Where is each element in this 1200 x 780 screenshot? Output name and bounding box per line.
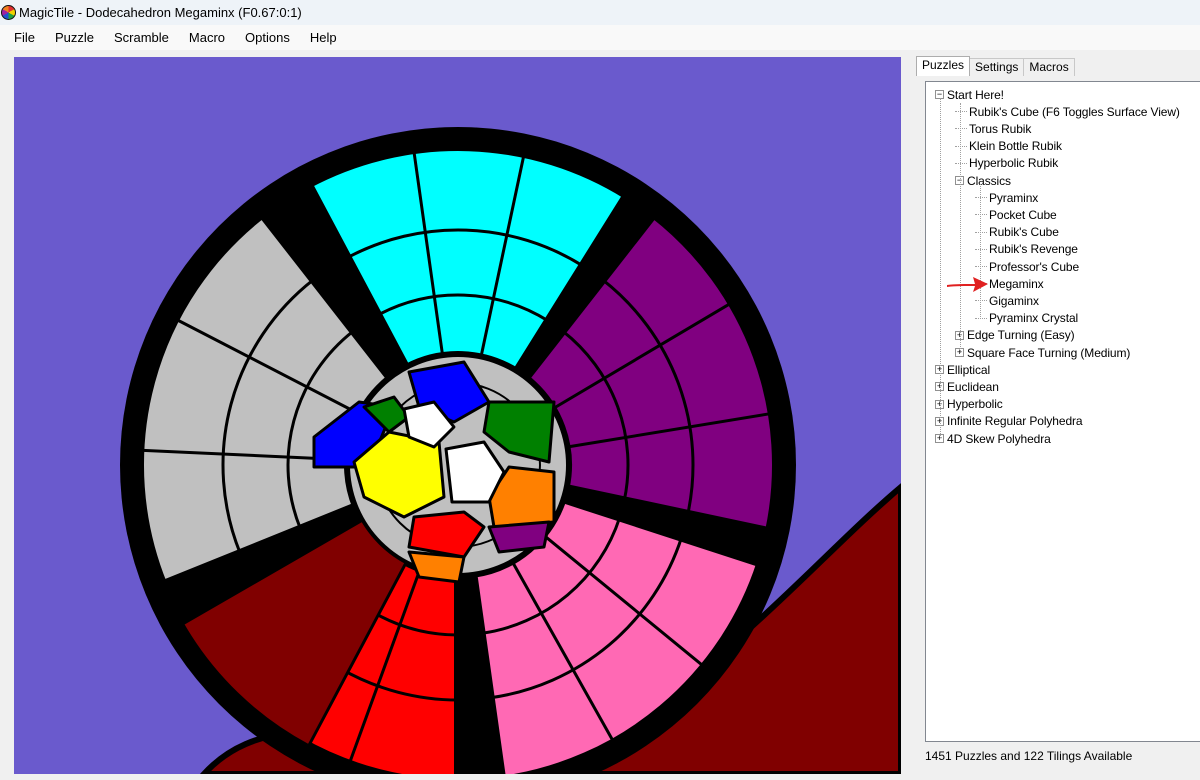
tab-settings[interactable]: Settings — [969, 58, 1025, 76]
tree-connector-line — [980, 184, 981, 319]
tree-item[interactable]: − Start Here! — [935, 86, 1004, 103]
window-title: MagicTile - Dodecahedron Megaminx (F0.67… — [19, 5, 302, 20]
tree-item[interactable]: + Edge Turning (Easy) — [955, 327, 1075, 344]
tree-item[interactable]: + Elliptical — [935, 361, 990, 378]
tree-item[interactable]: Rubik's Revenge — [975, 241, 1078, 258]
tree-item[interactable]: Rubik's Cube — [975, 224, 1059, 241]
megaminx-puzzle[interactable] — [14, 57, 901, 774]
tree-item-label: Infinite Regular Polyhedra — [947, 414, 1083, 429]
tree-item-label: Pocket Cube — [989, 207, 1057, 222]
menu-macro[interactable]: Macro — [179, 27, 235, 48]
tree-item[interactable]: Pyraminx Crystal — [975, 310, 1078, 327]
tree-item-label: Elliptical — [947, 362, 991, 377]
menu-puzzle[interactable]: Puzzle — [45, 27, 104, 48]
puzzle-view[interactable] — [14, 57, 901, 774]
menu-help[interactable]: Help — [300, 27, 347, 48]
tree-connector — [975, 231, 987, 233]
tree-item[interactable]: Rubik's Cube (F6 Toggles Surface View) — [955, 103, 1180, 120]
tree-connector — [955, 111, 967, 113]
tree-item-label: Megaminx — [989, 276, 1044, 291]
tree-item-label: Gigaminx — [989, 293, 1039, 308]
tree-connector — [975, 300, 987, 302]
tree-item[interactable]: Hyperbolic Rubik — [955, 155, 1058, 172]
title-bar: MagicTile - Dodecahedron Megaminx (F0.67… — [0, 0, 1200, 25]
red-arrow-icon — [947, 277, 988, 292]
tree-item[interactable]: Klein Bottle Rubik — [955, 138, 1062, 155]
tree-item-label: Rubik's Cube — [989, 225, 1059, 240]
tree-item[interactable]: − Classics — [955, 172, 1011, 189]
tree-item-label: Start Here! — [947, 87, 1004, 102]
tree-item-label: Klein Bottle Rubik — [969, 139, 1062, 154]
tree-item[interactable]: + Square Face Turning (Medium) — [955, 344, 1130, 361]
tree-item[interactable]: Pyraminx — [975, 189, 1038, 206]
tree-item-label: Torus Rubik — [969, 121, 1032, 136]
tree-item-label: Pyraminx — [989, 190, 1039, 205]
menu-options[interactable]: Options — [235, 27, 300, 48]
tree-item[interactable]: + Hyperbolic — [935, 396, 1003, 413]
tree-connector — [975, 317, 987, 319]
tree-item[interactable]: + Euclidean — [935, 378, 999, 395]
tree-item[interactable]: Professor's Cube — [975, 258, 1079, 275]
tree-connector — [955, 145, 967, 147]
menu-bar: File Puzzle Scramble Macro Options Help — [0, 25, 1200, 50]
tree-connector-line — [960, 103, 961, 353]
tree-connector — [975, 248, 987, 250]
tree-item[interactable]: +4D Skew Polyhedra — [935, 430, 1051, 447]
tree-item-label: Rubik's Revenge — [989, 242, 1078, 257]
puzzle-tree[interactable]: − Start Here! Rubik's Cube (F6 Toggles Sur… — [925, 81, 1200, 742]
status-text: 1451 Puzzles and 122 Tilings Available — [925, 749, 1133, 763]
tree-connector — [955, 162, 967, 164]
side-tabs: Puzzles Settings Macros — [916, 56, 1075, 76]
tree-item-label: Hyperbolic Rubik — [969, 156, 1059, 171]
tree-connector — [975, 266, 987, 267]
tree-item-label: Edge Turning (Easy) — [967, 328, 1075, 343]
tree-item[interactable]: Torus Rubik — [955, 120, 1031, 137]
tree-connector-line — [940, 98, 941, 438]
tree-connector — [955, 128, 967, 130]
tree-item-label: Professor's Cube — [989, 259, 1080, 274]
tree-connector — [975, 214, 987, 216]
tree-item-label: Square Face Turning (Medium) — [967, 345, 1131, 360]
tree-item-label: Hyperbolic — [947, 397, 1003, 412]
tree-item-label: Pyraminx Crystal — [989, 311, 1079, 326]
tree-item-label: 4D Skew Polyhedra — [947, 431, 1051, 446]
tree-item-label: Classics — [967, 173, 1011, 188]
face-purple-inner — [487, 520, 551, 554]
tree-connector — [975, 197, 987, 199]
tab-puzzles[interactable]: Puzzles — [916, 56, 971, 76]
tree-item[interactable]: Pocket Cube — [975, 206, 1057, 223]
magictile-icon[interactable] — [1, 5, 16, 20]
tree-item-label: Rubik's Cube (F6 Toggles Surface View) — [969, 104, 1180, 119]
tree-item[interactable]: + Infinite Regular Polyhedra — [935, 413, 1083, 430]
menu-file[interactable]: File — [4, 27, 45, 48]
menu-scramble[interactable]: Scramble — [104, 27, 179, 48]
tree-item-label: Euclidean — [947, 379, 999, 394]
tab-macros[interactable]: Macros — [1023, 58, 1075, 76]
